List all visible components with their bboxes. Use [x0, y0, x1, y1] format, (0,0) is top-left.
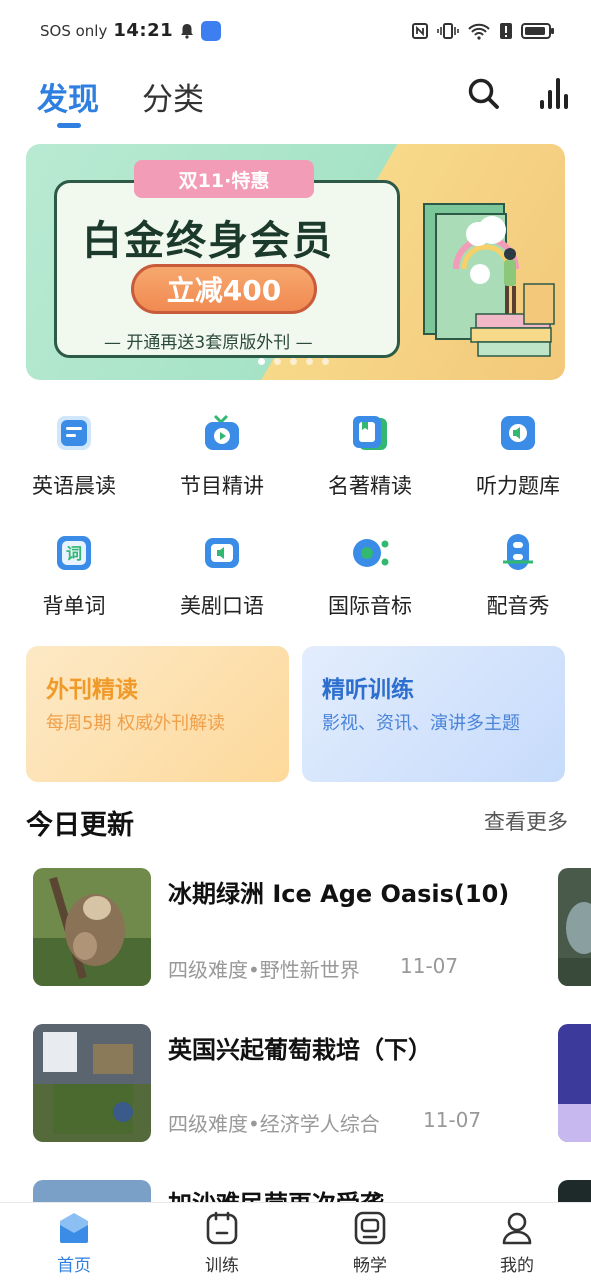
morning-reading-icon	[57, 416, 91, 450]
feature-vocabulary[interactable]: 词 背单词	[0, 520, 148, 640]
nav-label: 畅学	[353, 1256, 387, 1276]
stats-icon[interactable]	[537, 74, 571, 110]
active-tab-indicator	[57, 123, 81, 128]
feature-classic-reading[interactable]: 名著精读	[296, 400, 444, 520]
banner-subtitle: — 开通再送3套原版外刊 —	[104, 333, 313, 353]
pagination-dot	[274, 358, 281, 365]
tab-discover[interactable]: 发现	[37, 74, 99, 119]
wifi-icon	[468, 23, 490, 40]
feature-listening-bank[interactable]: 听力题库	[444, 400, 591, 520]
nav-home[interactable]: 首页	[14, 1211, 134, 1277]
nav-label: 首页	[57, 1256, 91, 1276]
top-tab-bar: 发现 分类	[0, 66, 591, 136]
status-bar: SOS only 14:21	[0, 0, 591, 66]
feature-tv-speaking[interactable]: 美剧口语	[148, 520, 296, 640]
classic-book-icon	[353, 416, 387, 450]
article-thumbnail	[33, 868, 151, 986]
feature-label: 背单词	[42, 594, 106, 618]
banner-pagination	[258, 358, 329, 365]
feature-label: 听力题库	[476, 474, 560, 498]
nav-label: 训练	[205, 1256, 239, 1276]
promo-subtitle: 每周5期 权威外刊解读	[46, 713, 226, 734]
feature-dubbing[interactable]: 配音秀	[444, 520, 591, 640]
status-left: SOS only 14:21	[40, 20, 222, 41]
next-card-peek	[558, 1024, 591, 1142]
nav-training[interactable]: 训练	[162, 1211, 282, 1277]
pagination-dot	[322, 358, 329, 365]
pagination-dot	[258, 358, 265, 365]
article-title: 冰期绿洲 Ice Age Oasis(10)	[168, 880, 510, 908]
intensive-listening-card[interactable]: 精听训练 影视、资讯、演讲多主题	[302, 646, 565, 782]
nfc-icon	[412, 23, 428, 39]
article-date: 11-07	[400, 954, 459, 978]
promo-title: 精听训练	[322, 677, 414, 703]
learn-icon	[354, 1211, 386, 1245]
pagination-dot	[306, 358, 313, 365]
feature-english-morning-reading[interactable]: 英语晨读	[0, 400, 148, 520]
feature-label: 英语晨读	[32, 474, 116, 498]
dubbing-mic-icon	[503, 534, 533, 570]
feature-label: 名著精读	[328, 474, 412, 498]
tab-category[interactable]: 分类	[142, 74, 204, 119]
status-right	[411, 22, 555, 40]
promo-subtitle: 影视、资讯、演讲多主题	[322, 713, 520, 734]
magazine-reading-card[interactable]: 外刊精读 每周5期 权威外刊解读	[26, 646, 289, 782]
promo-title: 外刊精读	[46, 677, 138, 703]
banner-discount-pill: 立减400	[131, 264, 317, 314]
promo-banner[interactable]: 双11·特惠 白金终身会员 立减400 — 开通再送3套原版外刊 —	[26, 144, 565, 380]
profile-icon	[502, 1212, 532, 1245]
banner-illustration	[423, 203, 555, 357]
article-meta: 四级难度•野性新世界	[168, 958, 360, 982]
feature-label: 节目精讲	[180, 474, 264, 498]
battery-icon	[521, 23, 554, 39]
clock: 14:21	[113, 20, 174, 41]
feature-label: 美剧口语	[180, 594, 264, 618]
pagination-dot	[290, 358, 297, 365]
article-thumbnail	[33, 1024, 151, 1142]
article-item[interactable]: 冰期绿洲 Ice Age Oasis(10) 四级难度•野性新世界 11-07	[0, 868, 591, 1008]
phonetic-icon	[353, 539, 389, 567]
article-meta: 四级难度•经济学人综合	[168, 1112, 380, 1136]
article-title: 英国兴起葡萄栽培（下）	[168, 1036, 432, 1064]
vibrate-icon	[437, 23, 459, 39]
carrier-text: SOS only	[40, 21, 108, 40]
svg-text:词: 词	[66, 544, 82, 563]
training-icon	[206, 1211, 238, 1245]
vocabulary-icon: 词	[57, 536, 91, 570]
next-card-peek	[558, 868, 591, 986]
listening-bank-icon	[501, 416, 535, 450]
nav-profile[interactable]: 我的	[457, 1211, 577, 1277]
section-title: 今日更新	[26, 810, 134, 841]
view-more-link[interactable]: 查看更多	[484, 806, 568, 836]
alert-icon	[500, 23, 512, 39]
app-notification-icon	[201, 20, 222, 41]
bottom-navigation: 首页 训练 畅学 我的	[0, 1202, 591, 1280]
feature-label: 配音秀	[486, 594, 550, 618]
feature-program-explanation[interactable]: 节目精讲	[148, 400, 296, 520]
article-date: 11-07	[423, 1108, 482, 1132]
nav-learn[interactable]: 畅学	[310, 1211, 430, 1277]
program-play-icon	[205, 414, 239, 450]
feature-phonetic[interactable]: 国际音标	[296, 520, 444, 640]
feature-label: 国际音标	[328, 594, 412, 618]
nav-label: 我的	[500, 1256, 534, 1276]
article-item[interactable]: 英国兴起葡萄栽培（下） 四级难度•经济学人综合 11-07	[0, 1024, 591, 1164]
home-icon	[60, 1213, 88, 1243]
search-icon[interactable]	[466, 76, 500, 110]
banner-title: 白金终身会员	[82, 218, 334, 264]
banner-ribbon: 双11·特惠	[134, 160, 314, 198]
tv-speaking-icon	[205, 538, 239, 568]
bell-icon	[181, 23, 194, 39]
